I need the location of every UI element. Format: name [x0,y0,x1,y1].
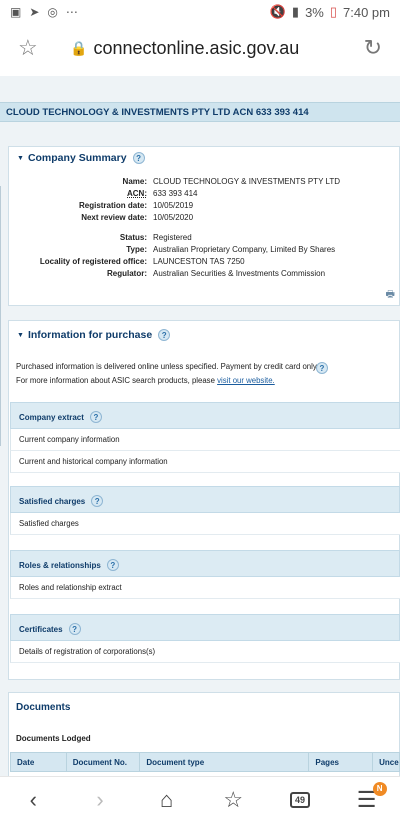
browser-address-bar: ☆ 🔒 connectonline.asic.gov.au ↻ [0,24,400,72]
list-item[interactable]: Current company information [10,429,400,451]
back-icon[interactable]: ‹ [13,780,53,820]
notification-icons: ▣ ➤ ◎ ⋯ [10,5,78,19]
summary-row-regulator: Regulator: Australian Securities & Invest… [107,269,326,278]
system-icons: 🔇 ▮ 3% ▯ 7:40 pm [270,4,390,20]
clock: 7:40 pm [343,4,390,20]
documents-title: Documents [16,702,71,713]
tabs-button[interactable]: 49 [280,780,320,820]
summary-row-status: Status: Registered [119,233,192,242]
column-header-document-no[interactable]: Document No. [67,753,141,771]
battery-icon: ▯ [329,4,338,19]
list-item[interactable]: Satisfied charges [10,513,400,535]
summary-row-type: Type: Australian Proprietary Company, Lim… [126,245,336,254]
visit-website-link[interactable]: visit our website. [217,376,275,385]
satisfied-charges-header: Satisfied charges? [10,486,400,513]
summary-row-acn: ACN: 633 393 414 [127,189,198,198]
company-summary-header[interactable]: ▼ Company Summary ? [9,147,399,169]
column-header-pages[interactable]: Pages [309,753,374,771]
company-summary-title: Company Summary [27,152,127,164]
information-for-purchase-title: Information for purchase [27,329,153,341]
browser-bottom-nav: ‹ › ⌂ ☆ 49 ☰ N [0,776,400,822]
list-item[interactable]: Details of registration of corporations(… [10,641,400,663]
documents-lodged-title: Documents Lodged [16,734,91,743]
column-header-uncertified[interactable]: Uncer [373,753,399,771]
summary-row-locality: Locality of registered office: LAUNCESTON… [39,257,245,266]
more-notifications-icon: ⋯ [65,5,78,19]
information-for-purchase-header[interactable]: ▼ Information for purchase ? [9,321,399,349]
company-summary-panel: ▼ Company Summary ? Name: CLOUD TECHNOLOG… [8,146,400,306]
bookmark-star-icon[interactable]: ☆ [18,35,48,61]
summary-row-name: Name: CLOUD TECHNOLOGY & INVESTMENTS PTY … [122,177,340,186]
company-extract-header: Company extract? [10,402,400,429]
list-item[interactable]: Current and historical company informati… [10,451,400,473]
help-icon[interactable]: ? [106,559,119,571]
page-content: CLOUD TECHNOLOGY & INVESTMENTS PTY LTD A… [0,76,400,776]
lock-icon[interactable]: 🔒 [70,40,87,57]
reload-icon[interactable]: ↻ [364,35,382,61]
battery-level: 3% [305,4,324,20]
mute-icon: 🔇 [269,4,286,19]
print-icon[interactable]: 🖶 [386,287,395,304]
purchase-info-line-2: For more information about ASIC search p… [16,376,275,385]
collapse-caret-icon[interactable]: ▼ [17,155,24,162]
bookmarks-icon[interactable]: ☆ [213,780,253,820]
url-text[interactable]: connectonline.asic.gov.au [93,38,299,59]
collapse-caret-icon[interactable]: ▼ [17,332,24,339]
help-icon[interactable]: ? [132,152,145,164]
help-icon[interactable]: ? [91,495,104,507]
signal-icon: ▮ [291,4,300,19]
list-item[interactable]: Roles and relationship extract [10,577,400,599]
summary-row-registration-date: Registration date: 10/05/2019 [78,201,194,210]
notification-badge: N [372,781,387,796]
tabs-count: 49 [289,791,310,808]
help-icon[interactable]: ? [68,623,81,635]
home-icon[interactable]: ⌂ [147,780,187,820]
roles-relationships-header: Roles & relationships? [10,550,400,577]
menu-icon[interactable]: ☰ N [347,780,387,820]
documents-table-header: Date Document No. Document type Pages Un… [10,752,400,772]
column-header-date[interactable]: Date [11,753,67,771]
status-bar: ▣ ➤ ◎ ⋯ 🔇 ▮ 3% ▯ 7:40 pm [0,0,400,24]
certificates-header: Certificates? [10,614,400,641]
summary-row-next-review-date: Next review date: 10/05/2020 [81,213,194,222]
messenger-icon: ◎ [47,5,58,19]
purchase-info-line: Purchased information is delivered onlin… [16,362,319,371]
help-icon[interactable]: ? [89,411,102,423]
telegram-icon: ➤ [29,5,40,19]
page-edge-marker [0,186,3,446]
gallery-icon: ▣ [10,5,22,19]
help-icon[interactable]: ? [316,362,328,374]
company-banner: CLOUD TECHNOLOGY & INVESTMENTS PTY LTD A… [0,102,400,122]
help-icon[interactable]: ? [158,329,171,341]
column-header-document-type[interactable]: Document type [140,753,310,771]
forward-icon[interactable]: › [80,780,120,820]
